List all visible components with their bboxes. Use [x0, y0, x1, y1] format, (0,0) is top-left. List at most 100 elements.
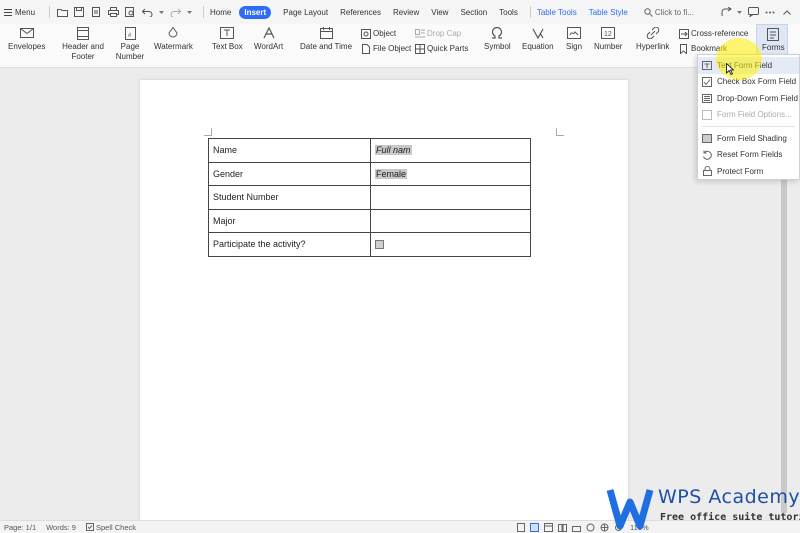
bookmark-label: Bookmark: [691, 44, 728, 53]
bookmark-button[interactable]: Bookmark: [678, 43, 727, 54]
envelope-icon: [19, 26, 35, 40]
row-label-major[interactable]: Major: [208, 208, 371, 233]
symbol-button[interactable]: Symbol: [484, 26, 511, 52]
eye-protection-icon[interactable]: [586, 523, 595, 532]
chevron-down-icon[interactable]: [736, 5, 743, 19]
wordart-label: WordArt: [254, 42, 284, 51]
menu-item-form-field-options[interactable]: Form Field Options...: [698, 107, 799, 124]
menu-bar: Menu Home Insert Page Layout References …: [0, 0, 800, 24]
read-view-icon[interactable]: [558, 523, 567, 532]
tab-insert[interactable]: Insert: [239, 5, 272, 19]
text-box-label: Text Box: [212, 42, 243, 51]
watermark-label: Watermark: [154, 42, 193, 51]
header-footer-label: Header and Footer: [62, 42, 104, 61]
menu-item-protect-form[interactable]: Protect Form: [698, 163, 799, 180]
row-value-cell[interactable]: [370, 232, 531, 257]
menu-item-reset-form-fields[interactable]: Reset Form Fields: [698, 147, 799, 164]
file-object-button[interactable]: File Object: [360, 43, 411, 54]
check-box-form-field[interactable]: [375, 240, 384, 250]
menu-item-label: Reset Form Fields: [717, 150, 783, 160]
print-preview-icon[interactable]: [124, 6, 136, 18]
row-value-cell[interactable]: [370, 185, 531, 210]
quick-parts-button[interactable]: Quick Parts: [414, 43, 468, 54]
export-pdf-icon[interactable]: [90, 6, 102, 18]
number-button[interactable]: 12 Number: [594, 26, 622, 52]
sign-button[interactable]: Sign: [566, 26, 582, 52]
collapse-ribbon-icon[interactable]: [780, 5, 794, 19]
web-view-icon[interactable]: [544, 523, 553, 532]
word-count[interactable]: Words: 9: [46, 523, 76, 532]
tab-view[interactable]: View: [431, 8, 448, 17]
calendar-icon: [318, 26, 334, 40]
tab-home[interactable]: Home: [210, 8, 231, 17]
row-label-name[interactable]: Name: [208, 138, 371, 163]
outline-view-icon[interactable]: [516, 523, 525, 532]
link-icon: [645, 26, 661, 40]
more-icon[interactable]: [763, 5, 777, 19]
menu-item-check-box-form-field[interactable]: Check Box Form Field: [698, 74, 799, 91]
comment-icon[interactable]: [746, 5, 760, 19]
row-label-student-number[interactable]: Student Number: [208, 185, 371, 210]
row-label-gender[interactable]: Gender: [208, 161, 371, 186]
page-count[interactable]: Page: 1/1: [4, 523, 36, 532]
share-icon[interactable]: [719, 5, 733, 19]
object-button[interactable]: Object: [360, 28, 396, 39]
omega-icon: [489, 26, 505, 40]
envelopes-button[interactable]: Envelopes: [8, 26, 45, 52]
tab-tools[interactable]: Tools: [499, 8, 518, 17]
document-area: Name Full nam Gender Female Student Numb…: [0, 68, 800, 520]
hamburger-icon: [4, 8, 12, 16]
row-value-cell[interactable]: Full nam: [370, 138, 531, 163]
toolbar-divider: [529, 6, 531, 18]
wps-brand-text: WPS Academy: [658, 486, 800, 508]
header-footer-button[interactable]: Header and Footer: [60, 26, 106, 62]
tab-review[interactable]: Review: [393, 8, 419, 17]
drop-down-form-field[interactable]: Female: [375, 168, 408, 179]
text-box-button[interactable]: Text Box: [212, 26, 243, 52]
page-number-button[interactable]: # Page Number: [112, 26, 148, 62]
drop-down-icon: [702, 93, 712, 103]
menu-item-form-field-shading[interactable]: Form Field Shading: [698, 130, 799, 147]
tab-table-tools[interactable]: Table Tools: [537, 8, 577, 17]
cross-reference-button[interactable]: Cross-reference: [678, 28, 748, 39]
protect-view-icon[interactable]: [572, 523, 581, 532]
menu-item-text-form-field[interactable]: Text Form Field: [698, 57, 799, 74]
main-menu-label: Menu: [15, 7, 36, 17]
text-form-field[interactable]: Full nam: [375, 145, 412, 156]
forms-icon: [765, 27, 781, 41]
row-label-participate[interactable]: Participate the activity?: [208, 232, 371, 257]
row-value-cell[interactable]: [370, 208, 531, 233]
watermark-button[interactable]: Watermark: [154, 26, 193, 52]
tab-table-style[interactable]: Table Style: [589, 8, 628, 17]
undo-icon[interactable]: [141, 6, 153, 18]
svg-text:#: #: [128, 33, 132, 39]
tab-references[interactable]: References: [340, 8, 381, 17]
folder-icon[interactable]: [56, 6, 68, 18]
drop-cap-icon: [414, 28, 425, 39]
equation-button[interactable]: Equation: [522, 26, 554, 52]
menu-item-drop-down-form-field[interactable]: Drop-Down Form Field: [698, 90, 799, 107]
object-icon: [360, 28, 371, 39]
table-row: Gender Female: [208, 161, 531, 186]
main-menu-button[interactable]: Menu: [4, 8, 35, 17]
document-page[interactable]: Name Full nam Gender Female Student Numb…: [140, 80, 628, 520]
save-icon[interactable]: [73, 6, 85, 18]
redo-icon[interactable]: [169, 6, 181, 18]
spell-check-button[interactable]: Spell Check: [85, 523, 136, 532]
chevron-down-icon[interactable]: [158, 6, 164, 18]
page-view-icon[interactable]: [530, 523, 539, 532]
chevron-down-icon[interactable]: [186, 6, 192, 18]
table-row: Student Number: [208, 185, 531, 210]
print-icon[interactable]: [107, 6, 119, 18]
date-time-button[interactable]: Date and Time: [300, 26, 352, 52]
table-row: Name Full nam: [208, 138, 531, 163]
tab-page-layout[interactable]: Page Layout: [283, 8, 328, 17]
search-box[interactable]: Click to fi...: [644, 8, 704, 17]
wordart-button[interactable]: WordArt: [254, 26, 283, 52]
drop-cap-button[interactable]: Drop Cap: [414, 28, 461, 39]
tab-section[interactable]: Section: [460, 8, 487, 17]
row-value-cell[interactable]: Female: [370, 161, 531, 186]
date-time-label: Date and Time: [300, 42, 353, 51]
hyperlink-button[interactable]: Hyperlink: [636, 26, 669, 52]
object-label: Object: [373, 29, 397, 38]
